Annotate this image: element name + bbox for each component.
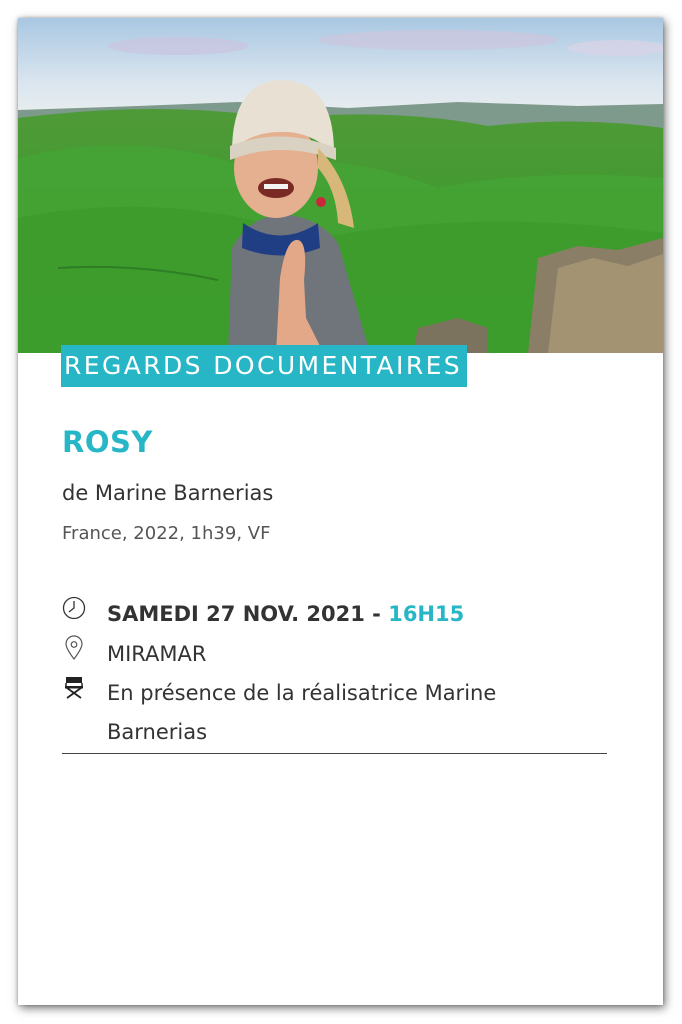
- event-date: SAMEDI 27 NOV. 2021 -: [107, 602, 381, 626]
- event-time: 16H15: [388, 602, 465, 626]
- director-line: de Marine Barnerias: [62, 481, 274, 505]
- event-card[interactable]: REGARDS DOCUMENTAIRES ROSY de Marine Bar…: [18, 18, 663, 1005]
- location-pin-icon: [62, 635, 86, 661]
- venue-name[interactable]: MIRAMAR: [107, 635, 207, 674]
- date-time-row: SAMEDI 27 NOV. 2021 - 16H15: [62, 595, 464, 634]
- event-title[interactable]: ROSY: [62, 425, 153, 459]
- category-badge: REGARDS DOCUMENTAIRES: [61, 345, 468, 387]
- clock-icon: [62, 595, 86, 621]
- director-chair-icon: [62, 674, 86, 700]
- hero-photo: [18, 18, 663, 353]
- divider: [62, 753, 607, 754]
- film-meta: France, 2022, 1h39, VF: [62, 523, 271, 544]
- venue-row: MIRAMAR: [62, 635, 207, 674]
- guest-note: En présence de la réalisatrice Marine Ba…: [107, 681, 497, 744]
- guest-row: En présence de la réalisatrice Marine Ba…: [62, 674, 547, 752]
